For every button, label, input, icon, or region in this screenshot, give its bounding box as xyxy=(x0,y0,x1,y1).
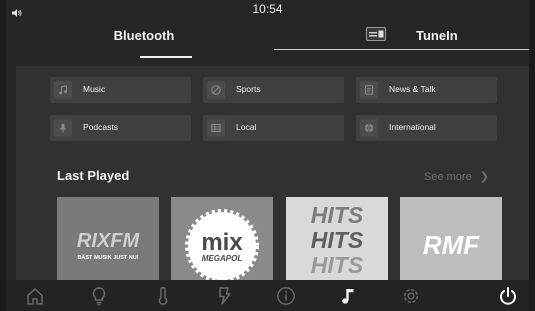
category-label: International xyxy=(389,122,436,132)
category-music[interactable]: Music xyxy=(50,77,191,103)
rmf-logo-text: RMF xyxy=(423,230,480,260)
thermometer-icon[interactable] xyxy=(153,286,173,306)
bottom-dock xyxy=(6,280,529,311)
hits-logo-text: HITS xyxy=(311,252,364,278)
document-icon xyxy=(360,81,378,99)
status-bar: 10:54 xyxy=(6,0,529,17)
music-note-icon xyxy=(54,81,72,99)
mix-logo-text: mix xyxy=(201,229,243,256)
tab-bluetooth-label: Bluetooth xyxy=(113,28,175,43)
see-more-link[interactable]: See more ❯ xyxy=(424,170,489,183)
charging-icon[interactable] xyxy=(214,286,234,306)
category-local[interactable]: Local xyxy=(203,115,344,141)
clock: 10:54 xyxy=(252,2,283,16)
category-news-talk[interactable]: News & Talk xyxy=(356,77,497,103)
station-card-hits[interactable]: HITS HITS HITS xyxy=(286,197,388,280)
category-international[interactable]: International xyxy=(356,115,497,141)
browse-panel: Music Sports News & Talk Podcasts Local … xyxy=(16,66,529,280)
section-title: Last Played xyxy=(57,168,130,183)
hits-logo-text: HITS xyxy=(311,227,364,253)
mix-megapol-logo: mix MEGAPOL xyxy=(171,197,273,280)
tab-bluetooth[interactable]: Bluetooth xyxy=(84,16,204,60)
mix-tagline: MEGAPOL xyxy=(202,254,243,263)
hits-logo: HITS HITS HITS xyxy=(286,197,388,280)
globe-icon xyxy=(360,119,378,137)
category-sports[interactable]: Sports xyxy=(203,77,344,103)
category-label: Local xyxy=(236,122,257,132)
chevron-right-icon: ❯ xyxy=(479,171,489,183)
station-card-mix-megapol[interactable]: mix MEGAPOL xyxy=(171,197,273,280)
home-icon[interactable] xyxy=(25,286,45,306)
radio-icon xyxy=(366,27,386,41)
category-label: News & Talk xyxy=(389,84,436,94)
source-tabs: Bluetooth TuneIn xyxy=(6,16,529,60)
lightbulb-icon[interactable] xyxy=(89,286,109,306)
category-podcasts[interactable]: Podcasts xyxy=(50,115,191,141)
station-card-rmf[interactable]: RMF xyxy=(400,197,502,280)
rix-fm-logo: RIXFM BÄST MUSIK JUST NU! xyxy=(57,197,159,280)
tab-tunein-label: TuneIn xyxy=(416,28,458,43)
rmf-logo: RMF xyxy=(400,197,502,280)
info-icon[interactable] xyxy=(276,286,296,306)
power-icon[interactable] xyxy=(498,286,518,306)
active-tab-indicator xyxy=(140,56,192,58)
category-label: Sports xyxy=(236,84,261,94)
ball-icon xyxy=(207,81,225,99)
category-label: Podcasts xyxy=(83,122,118,132)
rix-fm-tagline: BÄST MUSIK JUST NU! xyxy=(77,254,138,261)
tab-tunein[interactable]: TuneIn xyxy=(274,16,529,60)
microphone-icon xyxy=(54,119,72,137)
app-frame: 10:54 Bluetooth TuneIn Music Sports News… xyxy=(6,0,529,311)
see-more-label: See more xyxy=(424,171,472,183)
rix-fm-logo-text: RIXFM xyxy=(77,230,141,252)
local-grid-icon xyxy=(207,119,225,137)
hits-logo-text: HITS xyxy=(311,202,364,228)
category-label: Music xyxy=(83,84,106,94)
station-card-rix-fm[interactable]: RIXFM BÄST MUSIK JUST NU! xyxy=(57,197,159,280)
music-note-icon[interactable] xyxy=(339,286,359,306)
tab-divider xyxy=(274,49,529,50)
settings-icon[interactable] xyxy=(401,286,421,306)
